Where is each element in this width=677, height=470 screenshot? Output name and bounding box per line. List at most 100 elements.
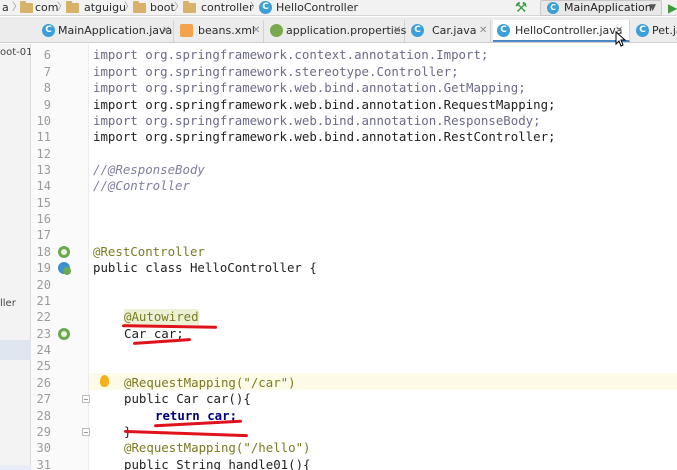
code-line[interactable]: 31 public String handle01(){	[0, 457, 677, 470]
web-endpoint-icon[interactable]	[58, 262, 71, 275]
spring-bean-icon[interactable]	[58, 246, 70, 258]
lightbulb-icon[interactable]	[100, 375, 109, 387]
play-icon[interactable]: ▶	[668, 0, 677, 16]
code-text[interactable]: import org.springframework.web.bind.anno…	[93, 97, 556, 113]
line-number: 28	[36, 409, 51, 423]
breadcrumb-item[interactable]: a	[2, 1, 9, 15]
code-line[interactable]: 22 @Autowired	[0, 309, 677, 326]
class-icon: C	[547, 2, 559, 14]
line-number: 14	[36, 179, 51, 193]
line-number: 17	[36, 228, 51, 242]
code-line[interactable]: 16	[0, 211, 677, 228]
code-line[interactable]: 30 @RequestMapping("/hello")	[0, 440, 677, 457]
editor-tab-bar: C MainApplication.java ✕ beans.xml ✕ app…	[0, 17, 677, 43]
code-line[interactable]: 21	[0, 293, 677, 310]
close-icon[interactable]: ✕	[393, 24, 401, 38]
line-number: 24	[36, 343, 51, 357]
folder-icon	[66, 1, 79, 13]
code-text[interactable]: @RequestMapping("/hello")	[124, 440, 311, 456]
code-text[interactable]: //@ResponseBody	[93, 162, 205, 178]
code-line[interactable]: 20	[0, 277, 677, 294]
code-line[interactable]: 15	[0, 195, 677, 212]
close-icon[interactable]: ✕	[162, 24, 170, 38]
line-number: 15	[36, 196, 51, 210]
code-line[interactable]: 7 import org.springframework.stereotype.…	[0, 64, 677, 81]
code-line[interactable]: 9 import org.springframework.web.bind.an…	[0, 97, 677, 114]
line-number: 9	[43, 98, 51, 112]
spring-bean-icon[interactable]	[58, 328, 70, 340]
code-text[interactable]: import org.springframework.web.bind.anno…	[93, 129, 556, 145]
code-line[interactable]: 10 import org.springframework.web.bind.a…	[0, 113, 677, 130]
breadcrumb-item[interactable]: HelloController	[276, 1, 358, 15]
close-icon[interactable]: ✕	[479, 24, 487, 38]
code-text[interactable]: public class HelloController {	[93, 260, 317, 276]
line-number: 26	[36, 376, 51, 390]
breadcrumb-item[interactable]: com	[35, 1, 59, 15]
line-number: 19	[36, 261, 51, 275]
tab-label: beans.xml	[198, 24, 255, 37]
code-line[interactable]: 27 public Car car(){	[0, 391, 677, 408]
class-icon: C	[411, 24, 424, 37]
code-text[interactable]: import org.springframework.stereotype.Co…	[93, 64, 459, 80]
code-line[interactable]: 19 public class HelloController {	[0, 260, 677, 277]
class-icon: C	[497, 24, 510, 37]
code-line[interactable]: 13 //@ResponseBody	[0, 162, 677, 179]
code-text[interactable]: @RequestMapping("/car")	[124, 375, 296, 391]
line-number: 13	[36, 163, 51, 177]
tab-main-application[interactable]: C MainApplication.java ✕	[38, 20, 174, 42]
line-number: 30	[36, 441, 51, 455]
code-line[interactable]: 24	[0, 342, 677, 359]
tab-overflow-area[interactable]	[0, 20, 30, 42]
line-number: 12	[36, 147, 51, 161]
code-text[interactable]: //@Controller	[93, 178, 190, 194]
line-number: 22	[36, 310, 51, 324]
line-number: 16	[36, 212, 51, 226]
code-text[interactable]: import org.springframework.web.bind.anno…	[93, 80, 526, 96]
xml-file-icon	[180, 24, 193, 37]
code-line[interactable]: 8 import org.springframework.web.bind.an…	[0, 80, 677, 97]
class-icon: C	[636, 24, 649, 37]
close-icon[interactable]: ✕	[252, 24, 260, 38]
breadcrumb-item[interactable]: boot	[150, 1, 175, 15]
code-line[interactable]: 12	[0, 146, 677, 163]
code-line[interactable]: 23 Car car;	[0, 326, 677, 343]
properties-file-icon	[270, 24, 283, 37]
line-number: 29	[36, 425, 51, 439]
code-line[interactable]: 11 import org.springframework.web.bind.a…	[0, 129, 677, 146]
mouse-pointer-icon	[615, 31, 627, 47]
code-text[interactable]: @RestController	[93, 244, 205, 260]
code-line[interactable]: 17	[0, 227, 677, 244]
hammer-icon[interactable]: ⚒	[512, 0, 530, 16]
breadcrumb-item[interactable]: atguigu	[84, 1, 126, 15]
code-line[interactable]: 18 @RestController	[0, 244, 677, 261]
line-number: 7	[43, 65, 51, 79]
line-number: 23	[36, 327, 51, 341]
tab-label: Pet.ja	[652, 24, 677, 37]
tab-application-properties[interactable]: application.properties ✕	[266, 20, 406, 42]
run-configuration-label: MainApplication	[564, 1, 652, 14]
tab-car-java[interactable]: C Car.java ✕	[407, 20, 491, 42]
code-line[interactable]: 29 }	[0, 424, 677, 441]
chevron-down-icon: ▼	[649, 3, 656, 13]
tab-label: MainApplication.java	[58, 24, 173, 37]
run-configuration-dropdown[interactable]: C MainApplication ▼	[540, 0, 662, 16]
code-line[interactable]: 28 return car;	[0, 408, 677, 425]
code-line[interactable]: 6 import org.springframework.context.ann…	[0, 47, 677, 64]
code-text[interactable]: @Autowired	[124, 309, 199, 325]
line-number: 25	[36, 359, 51, 373]
folder-icon	[133, 1, 146, 13]
line-number: 8	[43, 81, 51, 95]
code-line[interactable]: 14 //@Controller	[0, 178, 677, 195]
tab-beans-xml[interactable]: beans.xml ✕	[176, 20, 264, 42]
code-text[interactable]: public String handle01(){	[124, 457, 311, 470]
code-line[interactable]: 25	[0, 358, 677, 375]
tab-hello-controller[interactable]: C HelloController.java ✕	[493, 20, 630, 42]
tab-pet-java[interactable]: C Pet.ja	[632, 20, 677, 42]
folder-icon	[20, 1, 33, 13]
code-text[interactable]: public Car car(){	[124, 391, 251, 407]
breadcrumb-item[interactable]: controller	[201, 1, 253, 15]
code-text[interactable]: import org.springframework.context.annot…	[93, 47, 488, 63]
code-text[interactable]: import org.springframework.web.bind.anno…	[93, 113, 541, 129]
fold-icon[interactable]	[82, 428, 90, 436]
fold-icon[interactable]	[82, 395, 90, 403]
